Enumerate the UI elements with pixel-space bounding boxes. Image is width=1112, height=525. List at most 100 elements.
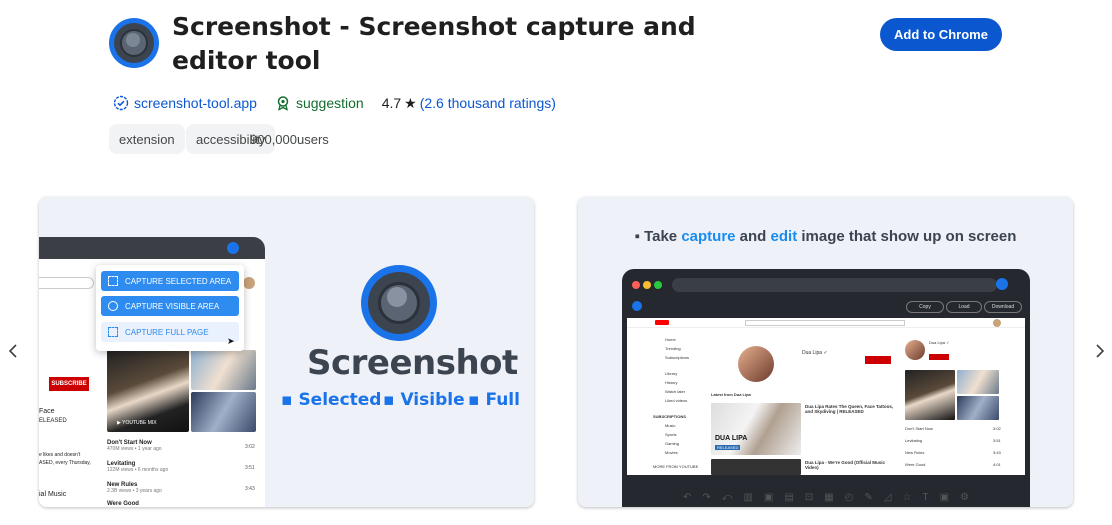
capture-full-page-option: CAPTURE FULL PAGE	[101, 322, 239, 342]
duration: 3:02	[993, 426, 1001, 431]
list-item: Levitating	[905, 438, 923, 443]
list-item: Don't Start Now 470M views • 1 year ago	[107, 440, 162, 452]
slide-heading: ▪ Take capture and edit image that show …	[634, 228, 1017, 245]
list-item: Were Good	[905, 462, 926, 467]
list-item: New Rules 2.3B views • 3 years ago	[107, 482, 162, 494]
sidebar-item: Movies	[665, 450, 678, 455]
video-thumbnail	[905, 370, 955, 420]
columns-icon: ▦	[824, 492, 834, 503]
load-button: Load	[946, 301, 982, 313]
list-item: Levitating 122M views • 6 months ago	[107, 461, 169, 473]
wordmark: Screenshot	[307, 343, 518, 383]
extension-icon	[227, 242, 239, 254]
shape-icon: ◿	[883, 492, 892, 503]
website-link[interactable]: screenshot-tool.app	[134, 95, 257, 111]
feature-selected: ▪ Selected	[281, 390, 382, 410]
add-to-chrome-button[interactable]: Add to Chrome	[880, 18, 1002, 51]
list-item: Don't Start Now	[905, 426, 933, 431]
capture-selected-area-option: CAPTURE SELECTED AREA	[101, 271, 239, 291]
subscribe-button: SUBSCRIBE	[49, 377, 89, 391]
capture-visible-area-option: CAPTURE VISIBLE AREA	[101, 296, 239, 316]
sidebar-item: Gaming	[665, 441, 680, 446]
screenshot-slide-2[interactable]: ▪ Take capture and edit image that show …	[578, 197, 1073, 507]
duration: 3:51	[993, 438, 1001, 443]
sidebar-item: Subscriptions	[665, 355, 690, 360]
sidebar-item: Home	[665, 337, 676, 342]
chevron-left-icon[interactable]	[5, 343, 21, 364]
layer-icon: ▥	[743, 492, 753, 503]
frame-icon: ▣	[763, 492, 774, 503]
channel-name: Dua Lipa ✓	[802, 350, 828, 356]
video-thumbnail	[957, 396, 999, 420]
capture-menu: CAPTURE SELECTED AREA CAPTURE VISIBLE AR…	[96, 265, 244, 351]
sidebar-item: Watch later	[665, 389, 686, 394]
sidebar-item: History	[665, 380, 678, 385]
video-thumbnail: DUA LIPA RELEASED	[711, 403, 801, 455]
video-thumbnail	[191, 350, 256, 390]
channel-name: Dua Lipa ✓	[929, 340, 950, 345]
avatar	[243, 277, 255, 289]
sidebar-item: Music	[665, 423, 676, 428]
panel-icon: ▤	[784, 492, 794, 503]
duration: 3:43	[993, 450, 1001, 455]
page-title: Screenshot - Screenshot capture and edit…	[172, 12, 696, 75]
extension-icon	[996, 278, 1008, 290]
captured-page: Home Trending Subscriptions Library Hist…	[627, 318, 1025, 475]
duration: 4:01	[993, 462, 1001, 467]
video-title: Dua Lipa - We're Good (Official Music Vi…	[805, 460, 885, 470]
ratings-count-link[interactable]: (2.6 thousand ratings)	[420, 95, 556, 111]
sidebar-item: Trending	[665, 346, 681, 351]
verified-icon	[113, 95, 129, 111]
user-count: 900,000users	[250, 132, 329, 147]
star-icon: ☆	[902, 492, 912, 503]
feature-visible: ▪ Visible	[383, 390, 465, 410]
editor-mockup: Copy Load Download Home Trending Subscri…	[622, 269, 1030, 507]
sidebar-item: Library	[665, 371, 678, 376]
star-icon: ★	[404, 94, 417, 111]
redo-icon: ↷	[702, 492, 711, 503]
list-item: New Rules	[905, 450, 925, 455]
duration: 3:02	[245, 444, 255, 450]
video-thumbnail	[957, 370, 999, 394]
page-text: Face	[39, 408, 55, 415]
featured-badge-icon	[275, 95, 291, 111]
pen-icon: ✎	[864, 492, 873, 503]
featured-label[interactable]: suggestion	[296, 95, 364, 111]
reset-icon: ⤺	[721, 492, 733, 503]
video-thumbnail	[191, 392, 256, 432]
undo-icon: ↶	[682, 492, 692, 503]
cursor-icon: ➤	[227, 336, 235, 346]
extension-meta: screenshot-tool.app suggestion 4.7 ★ (2.…	[113, 92, 556, 114]
video-thumbnail: ▶ YOUTUBE MIX	[107, 350, 189, 432]
app-logo	[632, 301, 642, 311]
avatar	[738, 346, 774, 382]
copy-button: Copy	[906, 301, 944, 313]
page-text: ASED, every Thursday,	[39, 460, 91, 466]
sidebar-item: Sports	[665, 432, 677, 437]
app-logo	[109, 18, 159, 68]
settings-icon: ⚙	[960, 492, 969, 503]
sidebar-heading: MORE FROM YOUTUBE	[653, 464, 699, 469]
duration: 3:43	[245, 486, 255, 492]
app-logo	[361, 265, 437, 341]
video-thumbnail	[711, 459, 801, 475]
chevron-right-icon[interactable]	[1092, 343, 1108, 364]
page-text: e likes and doesn't	[39, 452, 81, 458]
feature-full: ▪ Full	[468, 390, 520, 410]
sidebar-heading: SUBSCRIPTIONS	[653, 414, 686, 419]
blur-icon: ▣	[939, 492, 950, 503]
page-text: ELEASED	[39, 418, 67, 424]
screenshot-slide-1[interactable]: SUBSCRIBE ▶ YOUTUBE MIX Don't Start Now 4…	[39, 197, 534, 507]
crop-icon: ⊡	[804, 492, 814, 503]
list-item: Were Good	[107, 501, 139, 507]
duration: 3:51	[245, 465, 255, 471]
video-title: Dua Lipa Rates The Queen, Face Tattoos, …	[805, 404, 894, 414]
section-title: Latest from Dua Lipa	[711, 392, 751, 397]
rating-value: 4.7	[381, 95, 402, 111]
page-text: ial Music	[39, 491, 67, 498]
rotate-icon: ◴	[844, 492, 854, 503]
text-icon: T	[922, 492, 929, 503]
tag-chip-extension[interactable]: extension	[109, 124, 185, 154]
download-button: Download	[984, 301, 1022, 313]
editor-toolbar: ↶ ↷ ⤺ ▥ ▣ ▤ ⊡ ▦ ◴ ✎ ◿ ☆ T ▣ ⚙	[622, 481, 1030, 507]
